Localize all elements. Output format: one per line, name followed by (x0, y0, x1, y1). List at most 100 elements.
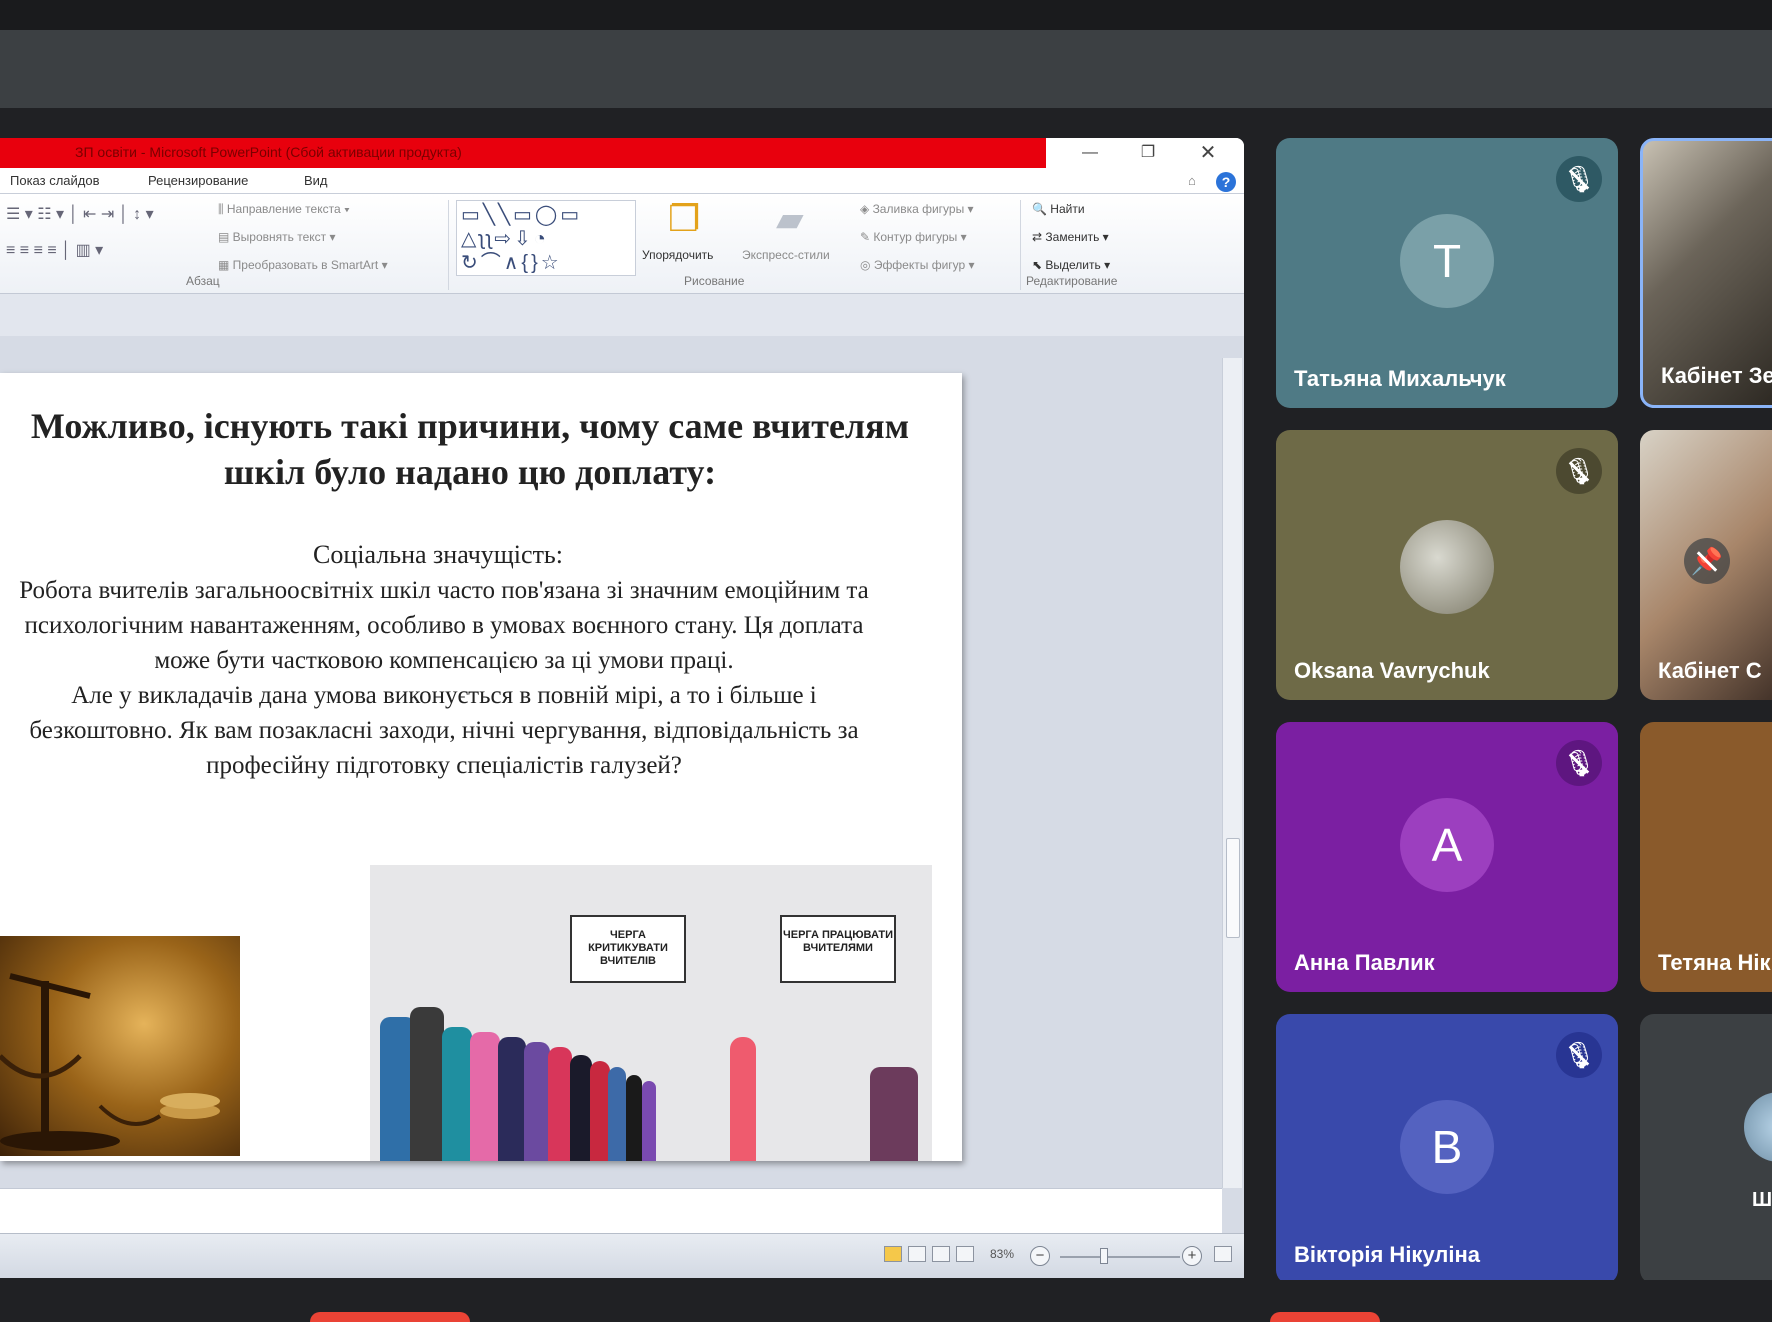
group-drawing-label: Рисование (684, 274, 745, 288)
ppt-ribbon: ☰ ▾ ☷ ▾ │ ⇤ ⇥ │ ↕ ▾ ≡ ≡ ≡ ≡ │ ▥ ▾ ⫼ Напр… (0, 194, 1244, 294)
participant-tile[interactable]: Ш (1640, 1014, 1772, 1284)
participant-tile[interactable]: 📌 Кабінет С (1640, 430, 1772, 700)
arrange-icon[interactable]: ❐ (668, 198, 700, 240)
participant-name: Ш (1752, 1189, 1772, 1211)
arrange-button[interactable]: Упорядочить (642, 248, 713, 262)
tab-review[interactable]: Рецензирование (148, 173, 248, 188)
find-button[interactable]: 🔍 Найти (1032, 202, 1085, 216)
select-button[interactable]: ⬉ Выделить ▾ (1032, 258, 1110, 272)
queue-person (590, 1061, 610, 1161)
slide-title: Можливо, існують такі причини, чому саме… (30, 406, 910, 492)
powerpoint-window: ЗП освіти - Microsoft PowerPoint (Сбой а… (0, 138, 1244, 1278)
shape-fill-button[interactable]: ◈ Заливка фигуры ▾ (860, 202, 974, 216)
participant-tile[interactable]: A 🎙 Анна Павлик (1276, 722, 1618, 992)
tab-view[interactable]: Вид (304, 173, 328, 188)
fit-window-icon[interactable] (1214, 1246, 1232, 1262)
slide-subtitle: Соціальна значущість: (312, 540, 564, 569)
zoom-in-icon[interactable]: + (1182, 1246, 1202, 1266)
participant-tile[interactable]: B 🎙 Вікторія Нікуліна (1276, 1014, 1618, 1284)
mic-off-icon: 🎙 (1556, 1032, 1602, 1078)
bullets-icon[interactable]: ☰ ▾ ☷ ▾ │ ⇤ ⇥ │ ↕ ▾ (6, 204, 154, 224)
notes-pane[interactable] (0, 1188, 1222, 1233)
participant-name: Татьяна Михальчук (1294, 366, 1506, 391)
queue-person (442, 1027, 472, 1161)
participant-name: Анна Павлик (1294, 950, 1435, 975)
zoom-level[interactable]: 83% (990, 1247, 1014, 1261)
restore-icon[interactable]: ❐ (1130, 140, 1166, 166)
meet-bottom-bar (0, 1280, 1772, 1322)
queue-sign-criticize: ЧЕРГА КРИТИКУВАТИ ВЧИТЕЛІВ (570, 915, 686, 983)
mic-off-icon: 🎙 (1556, 156, 1602, 202)
queue-person (498, 1037, 526, 1161)
queue-person (548, 1047, 572, 1161)
shape-effects-button[interactable]: ◎ Эффекты фигур ▾ (860, 258, 975, 272)
close-icon[interactable]: ✕ (1190, 140, 1226, 166)
top-strip (0, 0, 1772, 30)
meet-screen: ЗП освіти - Microsoft PowerPoint (Сбой а… (0, 0, 1772, 1322)
avatar (1400, 520, 1494, 614)
slide-body: Робота вчителів загальноосвітніх шкіл ча… (19, 577, 869, 779)
walking-person (870, 1067, 918, 1161)
ppt-vertical-scrollbar[interactable] (1222, 358, 1242, 1188)
slideshow-view-icon[interactable] (956, 1246, 974, 1262)
participant-tile[interactable]: 🎙 Oksana Vavrychuk (1276, 430, 1618, 700)
align-text-button[interactable]: ▤ Выровнять текст ▾ (218, 230, 336, 244)
smartart-button[interactable]: ▦ Преобразовать в SmartArt ▾ (218, 258, 388, 272)
normal-view-icon[interactable] (884, 1246, 902, 1262)
help-icon[interactable]: ? (1216, 172, 1236, 192)
ribbon-separator (448, 200, 449, 290)
queue-sign-work: ЧЕРГА ПРАЦЮВАТИ ВЧИТЕЛЯМИ (780, 915, 896, 983)
participant-name: Тетяна Нік (1658, 950, 1771, 975)
participant-tile[interactable]: Тетяна Нік (1640, 722, 1772, 992)
group-editing-label: Редактирование (1026, 274, 1118, 288)
participant-name: Кабінет Зе (1661, 363, 1772, 388)
zoom-out-icon[interactable]: − (1030, 1246, 1050, 1266)
align-icons[interactable]: ≡ ≡ ≡ ≡ │ ▥ ▾ (6, 240, 103, 260)
shapes-gallery[interactable]: ▭╲╲▭◯▭ △ʅʅ⇨⇩◔ ↻⌒∧{}☆ (456, 200, 636, 276)
queue-person (642, 1081, 656, 1161)
participant-tile[interactable]: Кабінет Зе (1640, 138, 1772, 408)
zoom-slider[interactable] (1060, 1256, 1180, 1258)
slide[interactable]: Можливо, існують такі причини, чому саме… (0, 373, 962, 1161)
participant-name: Oksana Vavrychuk (1294, 658, 1490, 683)
queue-person (570, 1055, 592, 1161)
ribbon-minimize-icon[interactable]: ⌂ (1188, 173, 1196, 188)
pin-icon[interactable]: 📌 (1684, 538, 1730, 584)
mic-off-icon: 🎙 (1556, 740, 1602, 786)
ppt-ruler-area (0, 294, 1244, 336)
leave-call-button[interactable] (1270, 1312, 1380, 1322)
ppt-title-highlight: ЗП освіти - Microsoft PowerPoint (Сбой а… (0, 138, 1046, 168)
shape-outline-button[interactable]: ✎ Контур фигуры ▾ (860, 230, 967, 244)
queue-person (608, 1067, 626, 1161)
queue-person (626, 1075, 642, 1161)
queue-person (524, 1042, 550, 1161)
meet-control-button[interactable] (310, 1312, 470, 1322)
ppt-ribbon-tabs: Показ слайдов Рецензирование Вид ⌂ ? (0, 168, 1244, 194)
replace-button[interactable]: ⇄ Заменить ▾ (1032, 230, 1109, 244)
participant-name: Вікторія Нікуліна (1294, 1242, 1481, 1267)
queue-person (410, 1007, 444, 1161)
ppt-scroll-thumb[interactable] (1226, 838, 1240, 938)
scales-image (0, 936, 240, 1156)
avatar: B (1400, 1100, 1494, 1194)
tab-slideshow[interactable]: Показ слайдов (10, 173, 100, 188)
quick-styles-button[interactable]: Экспресс-стили (742, 248, 830, 262)
text-direction-button[interactable]: ⫼ Направление текста ▾ (218, 202, 350, 217)
participant-name: Кабінет С (1658, 658, 1762, 683)
ribbon-separator (1020, 200, 1021, 290)
avatar: A (1400, 798, 1494, 892)
group-paragraph-label: Абзац (186, 274, 220, 288)
queue-person (470, 1032, 500, 1161)
reading-view-icon[interactable] (932, 1246, 950, 1262)
zoom-slider-thumb[interactable] (1100, 1248, 1108, 1264)
ppt-status-bar: 83% − + (0, 1233, 1244, 1278)
ppt-window-title: ЗП освіти - Microsoft PowerPoint (Сбой а… (75, 144, 462, 160)
minimize-icon[interactable]: — (1072, 140, 1108, 166)
mic-off-icon: 🎙 (1556, 448, 1602, 494)
participant-tile[interactable]: T 🎙 Татьяна Михальчук (1276, 138, 1618, 408)
sorter-view-icon[interactable] (908, 1246, 926, 1262)
walking-person (730, 1037, 756, 1161)
avatar (1744, 1092, 1772, 1162)
avatar: T (1400, 214, 1494, 308)
quick-styles-icon[interactable]: ▰ (776, 198, 804, 240)
